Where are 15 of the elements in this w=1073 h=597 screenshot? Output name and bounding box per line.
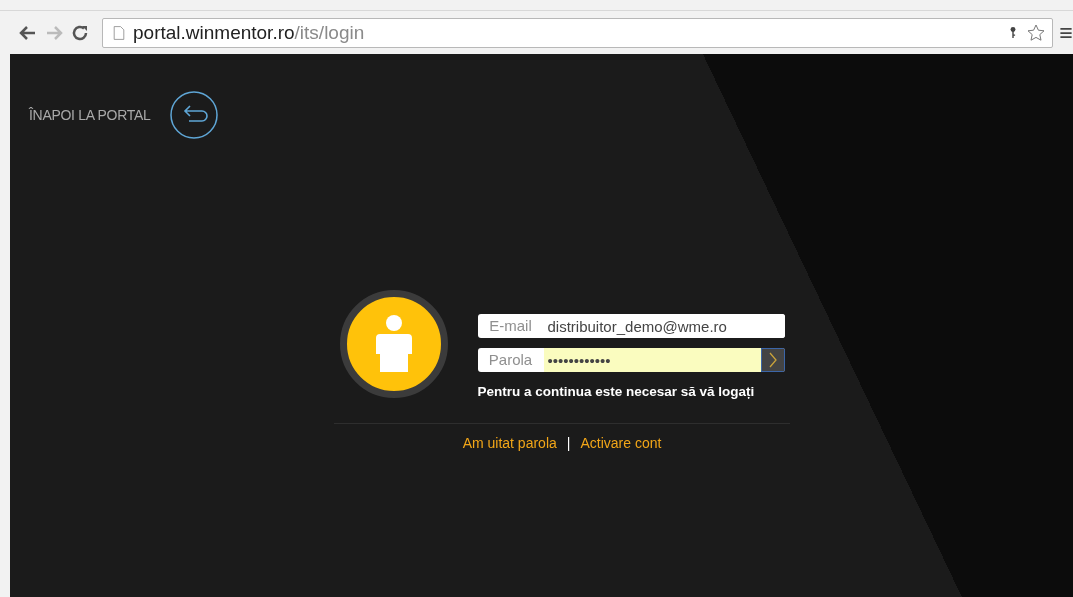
person-icon	[373, 314, 414, 374]
link-separator: |	[566, 435, 571, 451]
url-path: /its/login	[294, 21, 365, 44]
page-icon	[111, 23, 127, 42]
url-host: portal.winmentor.ro	[133, 21, 295, 44]
chevron-right-icon	[767, 352, 778, 368]
activate-account-link[interactable]: Activare cont	[580, 435, 662, 451]
address-bar[interactable]: portal.winmentor.ro/its/login	[102, 17, 1053, 48]
login-message: Pentru a continua este necesar să vă logați	[477, 384, 756, 399]
password-field[interactable]: Parola ••••••••••••	[477, 348, 785, 372]
forgot-password-link[interactable]: Am uitat parola	[462, 435, 557, 451]
star-icon[interactable]	[1026, 22, 1046, 43]
email-field[interactable]: E-mail distribuitor_demo@wme.ro	[477, 314, 785, 338]
back-to-portal-link[interactable]: ÎNAPOI LA PORTAL	[29, 90, 219, 140]
submit-button[interactable]	[760, 348, 785, 372]
